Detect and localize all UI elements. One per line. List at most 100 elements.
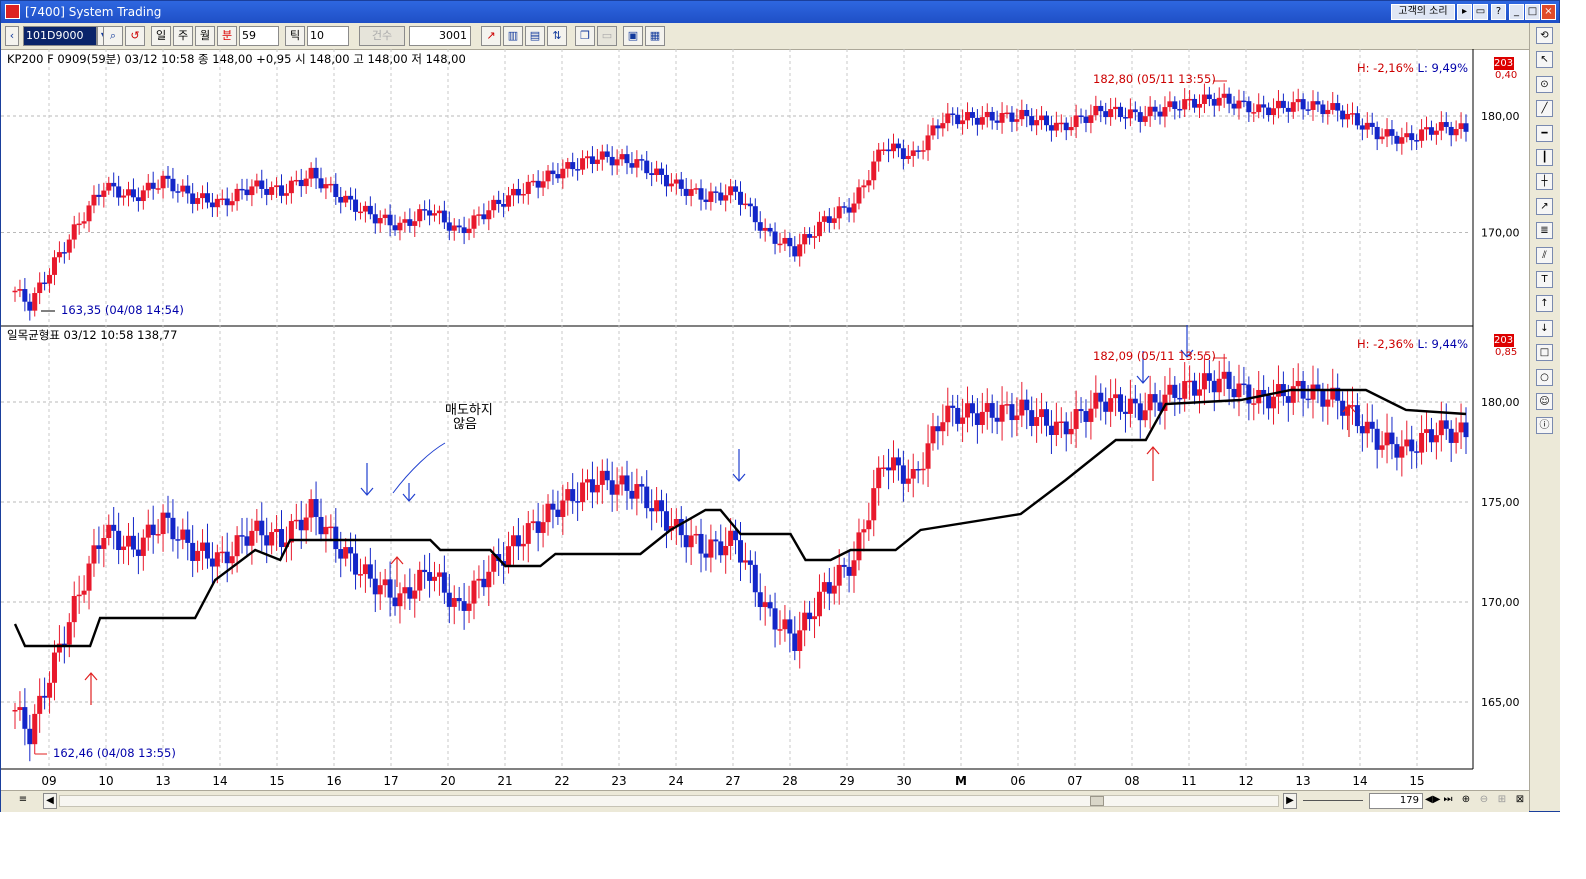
- vline-icon[interactable]: ┃: [1536, 149, 1553, 166]
- price-candle: [407, 219, 413, 226]
- zoom-out-icon[interactable]: ⊖: [1477, 793, 1491, 809]
- period-minute-button[interactable]: 분: [217, 26, 237, 46]
- pin-button[interactable]: ▸: [1457, 4, 1472, 20]
- count-input[interactable]: 3001: [409, 26, 471, 46]
- interval-select[interactable]: 59: [239, 26, 279, 46]
- ichimoku-candle: [1004, 404, 1010, 406]
- ichimoku-candle: [915, 469, 921, 471]
- price-candle: [288, 180, 294, 194]
- price-candle: [76, 223, 82, 226]
- up-arrow-icon[interactable]: ↑: [1536, 295, 1553, 313]
- ichimoku-candle: [836, 564, 842, 586]
- price-candle: [1315, 101, 1321, 105]
- horizontal-scrollbar[interactable]: [59, 795, 1279, 807]
- info-icon[interactable]: ⓘ: [1536, 417, 1553, 435]
- zoom-icon[interactable]: ⊙: [1536, 75, 1553, 93]
- hline-icon[interactable]: ━: [1536, 124, 1553, 142]
- price-candle: [71, 224, 77, 240]
- search-icon[interactable]: ⌕: [103, 26, 123, 46]
- ichimoku-candle: [1374, 428, 1380, 450]
- price-candle: [920, 150, 926, 152]
- tick-select[interactable]: 10: [307, 26, 349, 46]
- rect-icon[interactable]: □: [1536, 344, 1553, 362]
- price-candle: [126, 189, 132, 196]
- print-icon[interactable]: ▣: [623, 26, 643, 46]
- chart-canvas[interactable]: 09 10 13 14 15 16 17 20 21 22 23 24 27 28 29 30 M 06 07 08 1…: [1, 49, 1529, 790]
- price-candle: [155, 188, 161, 190]
- price-candle: [1014, 119, 1020, 122]
- ichimoku-candle: [792, 633, 798, 651]
- scroll-right-button[interactable]: ▶: [1283, 793, 1297, 809]
- channel-icon[interactable]: ⫽: [1536, 246, 1553, 264]
- grid-icon[interactable]: ▦: [645, 26, 665, 46]
- ichimoku-candle: [1379, 445, 1385, 450]
- close-panel-icon[interactable]: ⊠: [1513, 793, 1527, 809]
- price-candle: [214, 198, 220, 208]
- scroll-left-icon[interactable]: ‹: [5, 26, 19, 46]
- customer-voice-button[interactable]: 고객의 소리: [1391, 4, 1455, 20]
- help-button[interactable]: ?: [1491, 4, 1506, 20]
- price-candle: [1221, 93, 1227, 98]
- line-icon[interactable]: ╱: [1536, 100, 1553, 118]
- tick-button[interactable]: 틱: [285, 26, 305, 46]
- code-input[interactable]: 101D9000: [23, 26, 97, 46]
- copy-icon[interactable]: ❐: [575, 26, 595, 46]
- scroll-left-button[interactable]: ◀: [43, 793, 57, 809]
- period-month-button[interactable]: 월: [195, 26, 215, 46]
- line-chart-icon[interactable]: ↗: [481, 26, 501, 46]
- chart-area[interactable]: 09 10 13 14 15 16 17 20 21 22 23 24 27 28 29 30 M 06 07 08 1…: [1, 49, 1529, 790]
- price-candle: [856, 187, 862, 204]
- ichimoku-candle: [871, 488, 877, 521]
- bar-chart-icon[interactable]: ▥: [503, 26, 523, 46]
- step-arrows-icon[interactable]: ◀▶: [1425, 793, 1440, 809]
- reset-icon[interactable]: ↺: [125, 26, 145, 46]
- close-button[interactable]: ×: [1541, 4, 1556, 20]
- price-candle: [609, 156, 615, 166]
- ichimoku-candle: [1389, 432, 1395, 445]
- period-week-button[interactable]: 주: [173, 26, 193, 46]
- cross-icon[interactable]: ┼: [1536, 173, 1553, 191]
- maximize-button[interactable]: □: [1525, 4, 1540, 20]
- ichimoku-candle: [1428, 429, 1434, 443]
- candle-chart-icon[interactable]: ▤: [525, 26, 545, 46]
- refresh-icon[interactable]: ⟲: [1536, 27, 1553, 44]
- circle-icon[interactable]: ○: [1536, 368, 1553, 386]
- fibo-icon[interactable]: ≣: [1536, 222, 1553, 240]
- text-icon[interactable]: T: [1536, 271, 1553, 288]
- smile-icon[interactable]: ☺: [1536, 393, 1553, 410]
- price-candle: [747, 203, 753, 207]
- ichimoku-candle: [323, 526, 329, 535]
- price-candle: [1251, 112, 1257, 114]
- page-count-input[interactable]: 179: [1369, 793, 1423, 809]
- sort-icon[interactable]: ⇅: [547, 26, 567, 46]
- count-select[interactable]: 건수: [359, 26, 405, 46]
- price-candle: [1330, 103, 1336, 110]
- go-end-icon[interactable]: ⏭: [1441, 793, 1455, 809]
- fit-icon[interactable]: ⊞: [1495, 793, 1509, 809]
- ichimoku-candle: [1404, 439, 1410, 447]
- zoom-in-icon[interactable]: ⊕: [1459, 793, 1473, 809]
- cursor-icon[interactable]: ↖: [1536, 51, 1553, 69]
- price-candle: [1182, 99, 1188, 110]
- price-candle: [343, 195, 349, 203]
- scroll-thumb[interactable]: [1090, 796, 1104, 806]
- price-candle: [338, 196, 344, 203]
- ichimoku-candle: [1369, 421, 1375, 429]
- ichimoku-candle: [649, 508, 655, 512]
- restore-icon[interactable]: ▭: [1473, 4, 1488, 20]
- ichimoku-candle: [905, 478, 911, 484]
- save-icon[interactable]: ▭: [597, 26, 617, 46]
- x-tick-label: 29: [839, 774, 854, 788]
- zoom-slider[interactable]: [1303, 800, 1363, 801]
- price-candle: [259, 180, 265, 189]
- ichimoku-candle: [343, 547, 349, 559]
- down-arrow-icon[interactable]: ↓: [1536, 319, 1553, 337]
- trend-icon[interactable]: ↗: [1536, 197, 1553, 215]
- ichimoku-candle: [935, 426, 941, 432]
- ichimoku-candle: [1118, 394, 1124, 412]
- price-candle: [377, 218, 383, 224]
- period-day-button[interactable]: 일: [151, 26, 171, 46]
- scroll-grip-icon[interactable]: ≡: [7, 793, 39, 809]
- ichimoku-candle: [510, 535, 516, 547]
- minimize-button[interactable]: _: [1509, 4, 1524, 20]
